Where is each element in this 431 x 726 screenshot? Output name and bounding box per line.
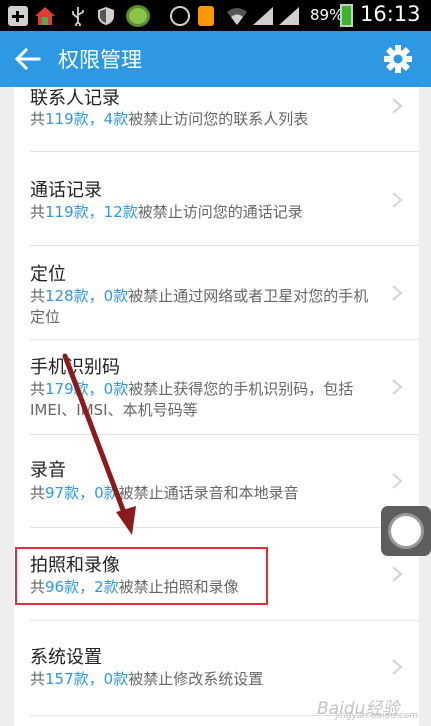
permission-list: 联系人记录 共119款，4款被禁止访问您的联系人列表 通话记录 共119款，12…: [14, 87, 419, 726]
alarm-icon: [170, 6, 190, 26]
signal-icon: [253, 7, 273, 25]
list-item-device-id[interactable]: 手机识别码 共179款，0款被禁止获得您的手机识别码，包括IMEI、IMSI、本…: [14, 340, 419, 434]
item-title: 手机识别码: [30, 357, 120, 378]
item-description: 共179款，0款被禁止获得您的手机识别码，包括IMEI、IMSI、本机号码等: [30, 380, 354, 419]
item-description: 共157款，0款被禁止修改系统设置: [30, 670, 264, 688]
list-item-call-log[interactable]: 通话记录 共119款，12款被禁止访问您的通话记录: [14, 152, 419, 245]
status-bar: 89% 16:13: [0, 0, 431, 31]
home-icon: [35, 7, 55, 25]
ball-icon: [126, 5, 150, 27]
item-description: 共128款，0款被禁止通过网络或者卫星对您的手机定位: [30, 287, 369, 326]
list-item-recording[interactable]: 录音 共97款，0款被禁止通话录音和本地录音: [14, 435, 419, 527]
chevron-right-icon: [392, 473, 403, 489]
list-item-location[interactable]: 定位 共128款，0款被禁止通过网络或者卫星对您的手机定位: [14, 246, 419, 339]
item-title: 定位: [30, 264, 66, 285]
watermark-url: jingyan.baidu.com: [335, 711, 419, 721]
item-title: 通话记录: [30, 180, 102, 201]
item-description: 共119款，12款被禁止访问您的通话记录: [30, 203, 303, 221]
wifi-icon: [227, 8, 247, 25]
note-icon: [198, 6, 214, 26]
shield-icon: [98, 7, 114, 25]
item-description: 共97款，0款被禁止通话录音和本地录音: [30, 484, 299, 502]
back-arrow-icon[interactable]: [14, 45, 42, 73]
item-title: 录音: [30, 460, 66, 481]
chevron-right-icon: [392, 379, 403, 395]
list-item-contacts[interactable]: 联系人记录 共119款，4款被禁止访问您的联系人列表: [14, 87, 419, 151]
battery-percent: 89%: [310, 6, 344, 24]
usb-icon: [72, 7, 84, 26]
circle-icon: [388, 513, 424, 549]
chevron-right-icon: [392, 566, 403, 582]
gear-icon[interactable]: [382, 43, 414, 75]
floating-assist-button[interactable]: [381, 506, 431, 556]
item-title: 联系人记录: [30, 88, 120, 109]
app-bar: 权限管理: [0, 31, 431, 87]
item-title: 系统设置: [30, 647, 102, 668]
clock-time: 16:13: [360, 2, 421, 26]
signal-icon: [279, 7, 299, 25]
highlight-box: [15, 547, 268, 605]
chevron-right-icon: [392, 659, 403, 675]
chevron-right-icon: [392, 192, 403, 208]
chevron-right-icon: [392, 285, 403, 301]
add-icon: [8, 6, 28, 26]
page-title: 权限管理: [58, 48, 142, 72]
chevron-right-icon: [392, 98, 403, 114]
item-description: 共119款，4款被禁止访问您的联系人列表: [30, 110, 309, 128]
battery-icon: [340, 4, 353, 27]
